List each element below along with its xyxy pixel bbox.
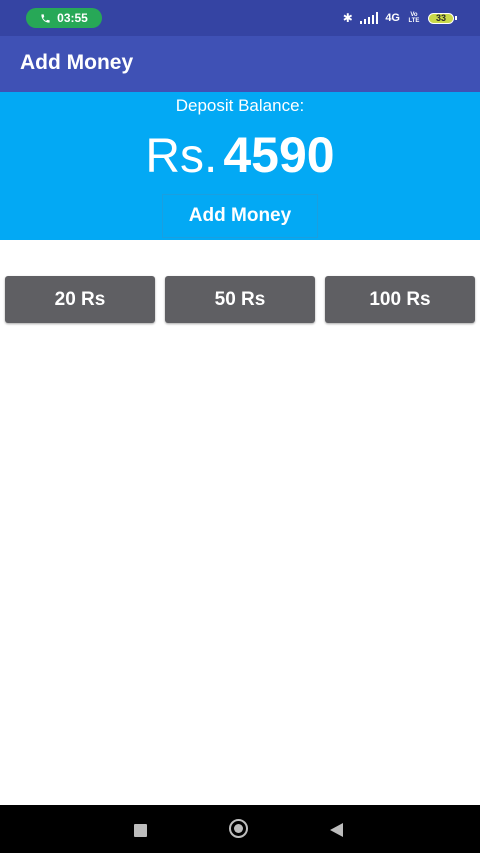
add-money-button[interactable]: Add Money xyxy=(162,194,318,238)
status-bar: 03:55 ✱ 4G Vo LTE 33 xyxy=(0,0,480,36)
balance-amount-row: Rs. 4590 xyxy=(0,126,480,184)
bluetooth-icon: ✱ xyxy=(342,11,353,25)
amount-100-button[interactable]: 100 Rs xyxy=(325,276,475,323)
call-duration: 03:55 xyxy=(57,11,88,25)
navigation-bar xyxy=(0,805,480,853)
recent-apps-icon[interactable] xyxy=(134,824,147,837)
phone-icon xyxy=(41,13,50,23)
balance-amount: 4590 xyxy=(223,127,335,183)
network-type: 4G xyxy=(385,12,400,24)
balance-panel: Deposit Balance: Rs. 4590 Add Money xyxy=(0,92,480,240)
app-bar: Add Money xyxy=(0,36,480,92)
home-icon[interactable] xyxy=(229,819,248,838)
signal-strength-icon xyxy=(359,12,379,24)
back-icon[interactable] xyxy=(330,823,343,837)
volte-indicator: Vo LTE xyxy=(408,12,420,24)
amount-50-button[interactable]: 50 Rs xyxy=(165,276,315,323)
currency-symbol: Rs. xyxy=(145,130,218,183)
ongoing-call-pill[interactable]: 03:55 xyxy=(26,8,102,28)
deposit-balance-label: Deposit Balance: xyxy=(175,96,305,115)
battery-icon: 33 xyxy=(428,12,457,24)
page-title: Add Money xyxy=(20,51,134,74)
amount-20-button[interactable]: 20 Rs xyxy=(5,276,155,323)
